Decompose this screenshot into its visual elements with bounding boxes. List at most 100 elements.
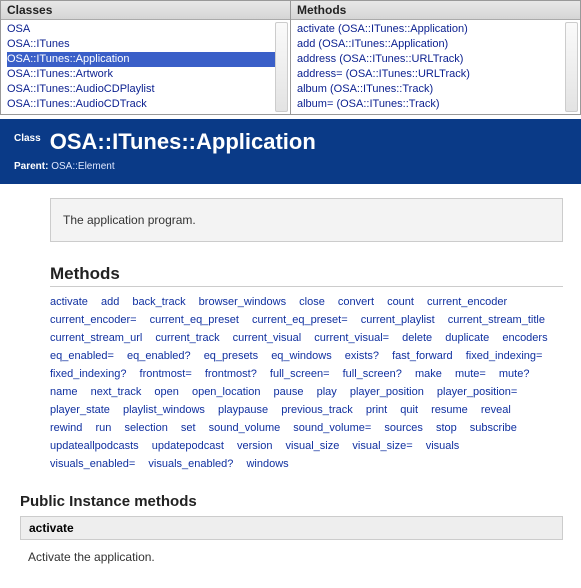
method-link[interactable]: current_encoder= xyxy=(50,311,137,329)
method-links: activate add back_track browser_windows … xyxy=(50,293,563,473)
method-link[interactable]: convert xyxy=(338,293,374,311)
method-link[interactable]: player_position xyxy=(350,383,424,401)
classes-panel: Classes OSAOSA::ITunesOSA::ITunes::Appli… xyxy=(1,1,291,114)
method-link[interactable]: visuals xyxy=(426,437,460,455)
method-link[interactable]: visual_size xyxy=(286,437,340,455)
method-link[interactable]: subscribe xyxy=(470,419,517,437)
method-link[interactable]: duplicate xyxy=(445,329,489,347)
methods-list[interactable]: activate (OSA::ITunes::Application)add (… xyxy=(291,20,580,114)
method-link[interactable]: encoders xyxy=(502,329,547,347)
method-link[interactable]: playpause xyxy=(218,401,268,419)
method-link[interactable]: fast_forward xyxy=(392,347,453,365)
method-link[interactable]: sources xyxy=(384,419,423,437)
method-item[interactable]: activate (OSA::ITunes::Application) xyxy=(297,22,574,37)
method-link[interactable]: sound_volume xyxy=(209,419,281,437)
method-link[interactable]: visuals_enabled= xyxy=(50,455,135,473)
method-link[interactable]: player_state xyxy=(50,401,110,419)
method-link[interactable]: frontmost? xyxy=(205,365,257,383)
class-label: Class xyxy=(14,133,41,144)
method-link[interactable]: fixed_indexing= xyxy=(466,347,543,365)
methods-header: Methods xyxy=(291,1,580,20)
class-item[interactable]: OSA::ITunes::AudioCDTrack xyxy=(7,97,284,112)
classes-list[interactable]: OSAOSA::ITunesOSA::ITunes::ApplicationOS… xyxy=(1,20,290,114)
method-link[interactable]: mute= xyxy=(455,365,486,383)
method-item[interactable]: album_artist (OSA::ITunes::Track) xyxy=(297,112,574,114)
method-link[interactable]: stop xyxy=(436,419,457,437)
method-description: Activate the application. xyxy=(20,540,563,574)
method-link[interactable]: current_stream_url xyxy=(50,329,142,347)
method-link[interactable]: make xyxy=(415,365,442,383)
method-link[interactable]: eq_presets xyxy=(204,347,258,365)
parent-line: Parent: OSA::Element xyxy=(14,161,567,172)
method-link[interactable]: name xyxy=(50,383,78,401)
method-block: activate Activate the application. xyxy=(20,516,563,574)
method-link[interactable]: previous_track xyxy=(281,401,353,419)
class-description: The application program. xyxy=(50,198,563,242)
method-link[interactable]: selection xyxy=(124,419,167,437)
class-name: OSA::ITunes::Application xyxy=(50,129,316,155)
method-link[interactable]: eq_windows xyxy=(271,347,332,365)
class-item[interactable]: OSA xyxy=(7,22,284,37)
method-link[interactable]: frontmost= xyxy=(140,365,192,383)
method-link[interactable]: run xyxy=(95,419,111,437)
method-link[interactable]: current_eq_preset= xyxy=(252,311,348,329)
method-link[interactable]: back_track xyxy=(132,293,185,311)
method-link[interactable]: current_visual xyxy=(233,329,301,347)
top-panels: Classes OSAOSA::ITunesOSA::ITunes::Appli… xyxy=(0,0,581,115)
method-link[interactable]: current_eq_preset xyxy=(150,311,239,329)
method-link[interactable]: updateallpodcasts xyxy=(50,437,139,455)
method-item[interactable]: album (OSA::ITunes::Track) xyxy=(297,82,574,97)
method-link[interactable]: sound_volume= xyxy=(293,419,371,437)
class-item[interactable]: OSA::ITunes::BrowserWindow xyxy=(7,112,284,114)
content-area: The application program. Methods activat… xyxy=(0,198,581,588)
class-item[interactable]: OSA::ITunes::AudioCDPlaylist xyxy=(7,82,284,97)
methods-section-heading: Methods xyxy=(50,264,563,287)
method-link[interactable]: eq_enabled= xyxy=(50,347,114,365)
method-link[interactable]: play xyxy=(317,383,337,401)
method-link[interactable]: current_playlist xyxy=(361,311,435,329)
parent-value[interactable]: OSA::Element xyxy=(51,161,114,172)
method-link[interactable]: rewind xyxy=(50,419,82,437)
method-link[interactable]: print xyxy=(366,401,387,419)
method-link[interactable]: browser_windows xyxy=(199,293,286,311)
method-link[interactable]: count xyxy=(387,293,414,311)
method-link[interactable]: current_visual= xyxy=(314,329,389,347)
method-link[interactable]: exists? xyxy=(345,347,379,365)
method-link[interactable]: version xyxy=(237,437,272,455)
method-link[interactable]: next_track xyxy=(91,383,142,401)
method-link[interactable]: set xyxy=(181,419,196,437)
method-link[interactable]: delete xyxy=(402,329,432,347)
method-link[interactable]: windows xyxy=(246,455,288,473)
method-link[interactable]: open_location xyxy=(192,383,261,401)
method-item[interactable]: album= (OSA::ITunes::Track) xyxy=(297,97,574,112)
method-link[interactable]: quit xyxy=(400,401,418,419)
method-link[interactable]: activate xyxy=(50,293,88,311)
method-link[interactable]: eq_enabled? xyxy=(127,347,191,365)
method-item[interactable]: address (OSA::ITunes::URLTrack) xyxy=(297,52,574,67)
method-link[interactable]: current_encoder xyxy=(427,293,507,311)
method-link[interactable]: full_screen= xyxy=(270,365,330,383)
method-item[interactable]: address= (OSA::ITunes::URLTrack) xyxy=(297,67,574,82)
method-link[interactable]: open xyxy=(154,383,178,401)
class-item[interactable]: OSA::ITunes xyxy=(7,37,284,52)
method-link[interactable]: full_screen? xyxy=(343,365,402,383)
method-link[interactable]: visuals_enabled? xyxy=(148,455,233,473)
class-banner: Class OSA::ITunes::Application Parent: O… xyxy=(0,119,581,184)
class-item[interactable]: OSA::ITunes::Artwork xyxy=(7,67,284,82)
method-link[interactable]: add xyxy=(101,293,119,311)
method-link[interactable]: reveal xyxy=(481,401,511,419)
method-link[interactable]: resume xyxy=(431,401,468,419)
method-link[interactable]: updatepodcast xyxy=(152,437,224,455)
method-link[interactable]: pause xyxy=(274,383,304,401)
method-link[interactable]: visual_size= xyxy=(352,437,412,455)
method-title: activate xyxy=(20,516,563,540)
method-link[interactable]: playlist_windows xyxy=(123,401,205,419)
method-link[interactable]: close xyxy=(299,293,325,311)
method-link[interactable]: player_position= xyxy=(437,383,517,401)
method-link[interactable]: current_stream_title xyxy=(448,311,545,329)
method-link[interactable]: current_track xyxy=(155,329,219,347)
method-link[interactable]: fixed_indexing? xyxy=(50,365,126,383)
method-item[interactable]: add (OSA::ITunes::Application) xyxy=(297,37,574,52)
class-item[interactable]: OSA::ITunes::Application xyxy=(7,52,284,67)
method-link[interactable]: mute? xyxy=(499,365,530,383)
